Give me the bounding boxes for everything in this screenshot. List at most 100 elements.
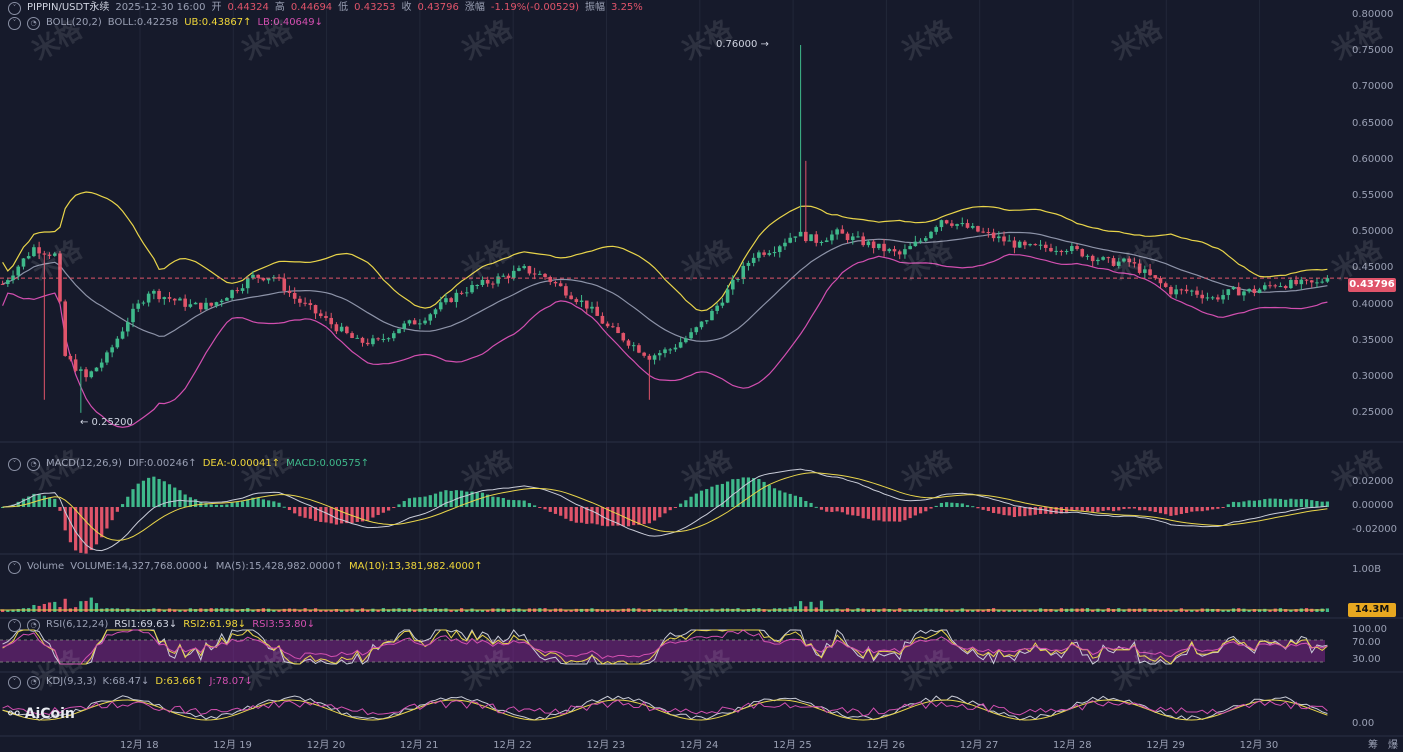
macd-bar (501, 498, 505, 507)
candle-body (689, 332, 693, 339)
macd-bar (298, 507, 302, 517)
volume-name[interactable]: Volume (27, 560, 64, 574)
candle-body (423, 320, 427, 324)
candle-body (678, 342, 683, 348)
candle-body (1236, 287, 1241, 296)
candle-body (647, 355, 652, 360)
macd-bar (428, 495, 432, 507)
candle-body (824, 240, 829, 242)
macd-bar (1007, 507, 1011, 516)
collapse-icon[interactable]: ˅ (8, 16, 21, 30)
volume-bar (1252, 609, 1256, 612)
macd-bar (1075, 507, 1079, 510)
chip-button[interactable]: 筹 (1368, 736, 1378, 751)
candle-body (1075, 246, 1079, 250)
change-label: 涨幅 (464, 2, 485, 13)
candle-body (1268, 285, 1272, 287)
candle-body (1017, 241, 1022, 248)
candle-body (511, 270, 516, 278)
collapse-icon[interactable]: ˅ (8, 457, 21, 471)
macd-bar (898, 507, 902, 522)
candle-body (1174, 289, 1178, 295)
macd-bar (1278, 498, 1283, 507)
candle-body (1247, 288, 1251, 292)
candle-body (225, 297, 229, 301)
macd-bar (413, 497, 417, 507)
macd-bar (1268, 498, 1272, 507)
candle-body (266, 278, 271, 281)
collapse-icon[interactable]: ˅ (8, 675, 21, 689)
macd-bar (913, 507, 917, 516)
candle-body (527, 266, 532, 274)
rsi3-value: RSI3:53.80↓ (252, 619, 316, 630)
macd-bar (543, 507, 547, 510)
candle-body (193, 302, 198, 305)
candle-body (1252, 288, 1257, 293)
candle-body (1033, 244, 1038, 246)
candle-body (809, 234, 813, 242)
volume-tick: 1.00B (1352, 564, 1382, 575)
candle-body (668, 349, 673, 351)
candle-body (1315, 282, 1319, 284)
macd-bar (214, 504, 219, 507)
header-row: ˅ PIPPIN/USDT永续 2025-12-30 16:00 开 0.4432… (8, 1, 643, 15)
macd-bar (1143, 507, 1147, 511)
macd-bar (918, 507, 923, 514)
macd-bar (1190, 507, 1194, 512)
candle-body (1085, 255, 1090, 257)
macd-bar (1106, 507, 1110, 511)
candle-body (172, 298, 177, 301)
candle-body (339, 326, 344, 332)
macd-bar (1158, 507, 1163, 514)
time-tick: 12月 30 (1239, 740, 1279, 751)
volume-legend: ˅ Volume VOLUME:14,327,768.0000↓ MA(5):1… (8, 560, 483, 574)
macd-bar (1200, 507, 1204, 512)
bell-icon[interactable]: ◔ (27, 618, 40, 632)
candle-body (1231, 287, 1236, 290)
candle-body (157, 290, 161, 300)
candle-body (783, 242, 787, 247)
candle-body (318, 313, 323, 317)
candle-body (845, 233, 850, 241)
macd-bar (1184, 507, 1189, 514)
liquidation-button[interactable]: 爆 (1388, 736, 1398, 751)
macd-bar (595, 507, 599, 525)
rsi-name[interactable]: RSI(6,12,24) (46, 618, 108, 632)
macd-bar (1263, 499, 1267, 507)
macd-dif: DIF:0.00246↑ (127, 458, 197, 469)
candle-body (543, 273, 547, 278)
candle-body (1205, 297, 1210, 299)
macd-bar (267, 500, 271, 507)
candle-body (892, 249, 897, 252)
candle-body (79, 369, 83, 371)
macd-bar (611, 507, 615, 526)
candle-body (1184, 289, 1189, 292)
candle-body (1054, 250, 1058, 252)
collapse-icon[interactable]: ˅ (8, 618, 21, 632)
macd-bar (84, 507, 88, 554)
collapse-icon[interactable]: ˅ (8, 1, 21, 15)
price-tick: 0.30000 (1352, 371, 1394, 383)
macd-bar (1127, 507, 1131, 509)
macd-bar (673, 507, 678, 508)
candle-body (0, 283, 5, 285)
candle-body (663, 349, 667, 354)
collapse-icon[interactable]: ˅ (8, 560, 21, 574)
candle-body (94, 367, 99, 372)
candle-body (558, 283, 563, 287)
volume-bar (746, 609, 751, 612)
chart-canvas[interactable] (0, 0, 1403, 752)
macd-bar (872, 507, 876, 521)
volume-bar (1211, 609, 1215, 612)
candle-body (532, 273, 537, 275)
candle-body (428, 314, 433, 321)
macd-bar (1101, 507, 1105, 511)
macd-bar (845, 507, 850, 515)
macd-bar (981, 507, 985, 510)
macd-bar (376, 507, 380, 516)
candle-body (99, 362, 104, 368)
price-tick: 0.55000 (1352, 190, 1394, 202)
macd-bar (1195, 507, 1199, 512)
macd-bar (642, 507, 646, 525)
candle-body (1304, 279, 1309, 281)
